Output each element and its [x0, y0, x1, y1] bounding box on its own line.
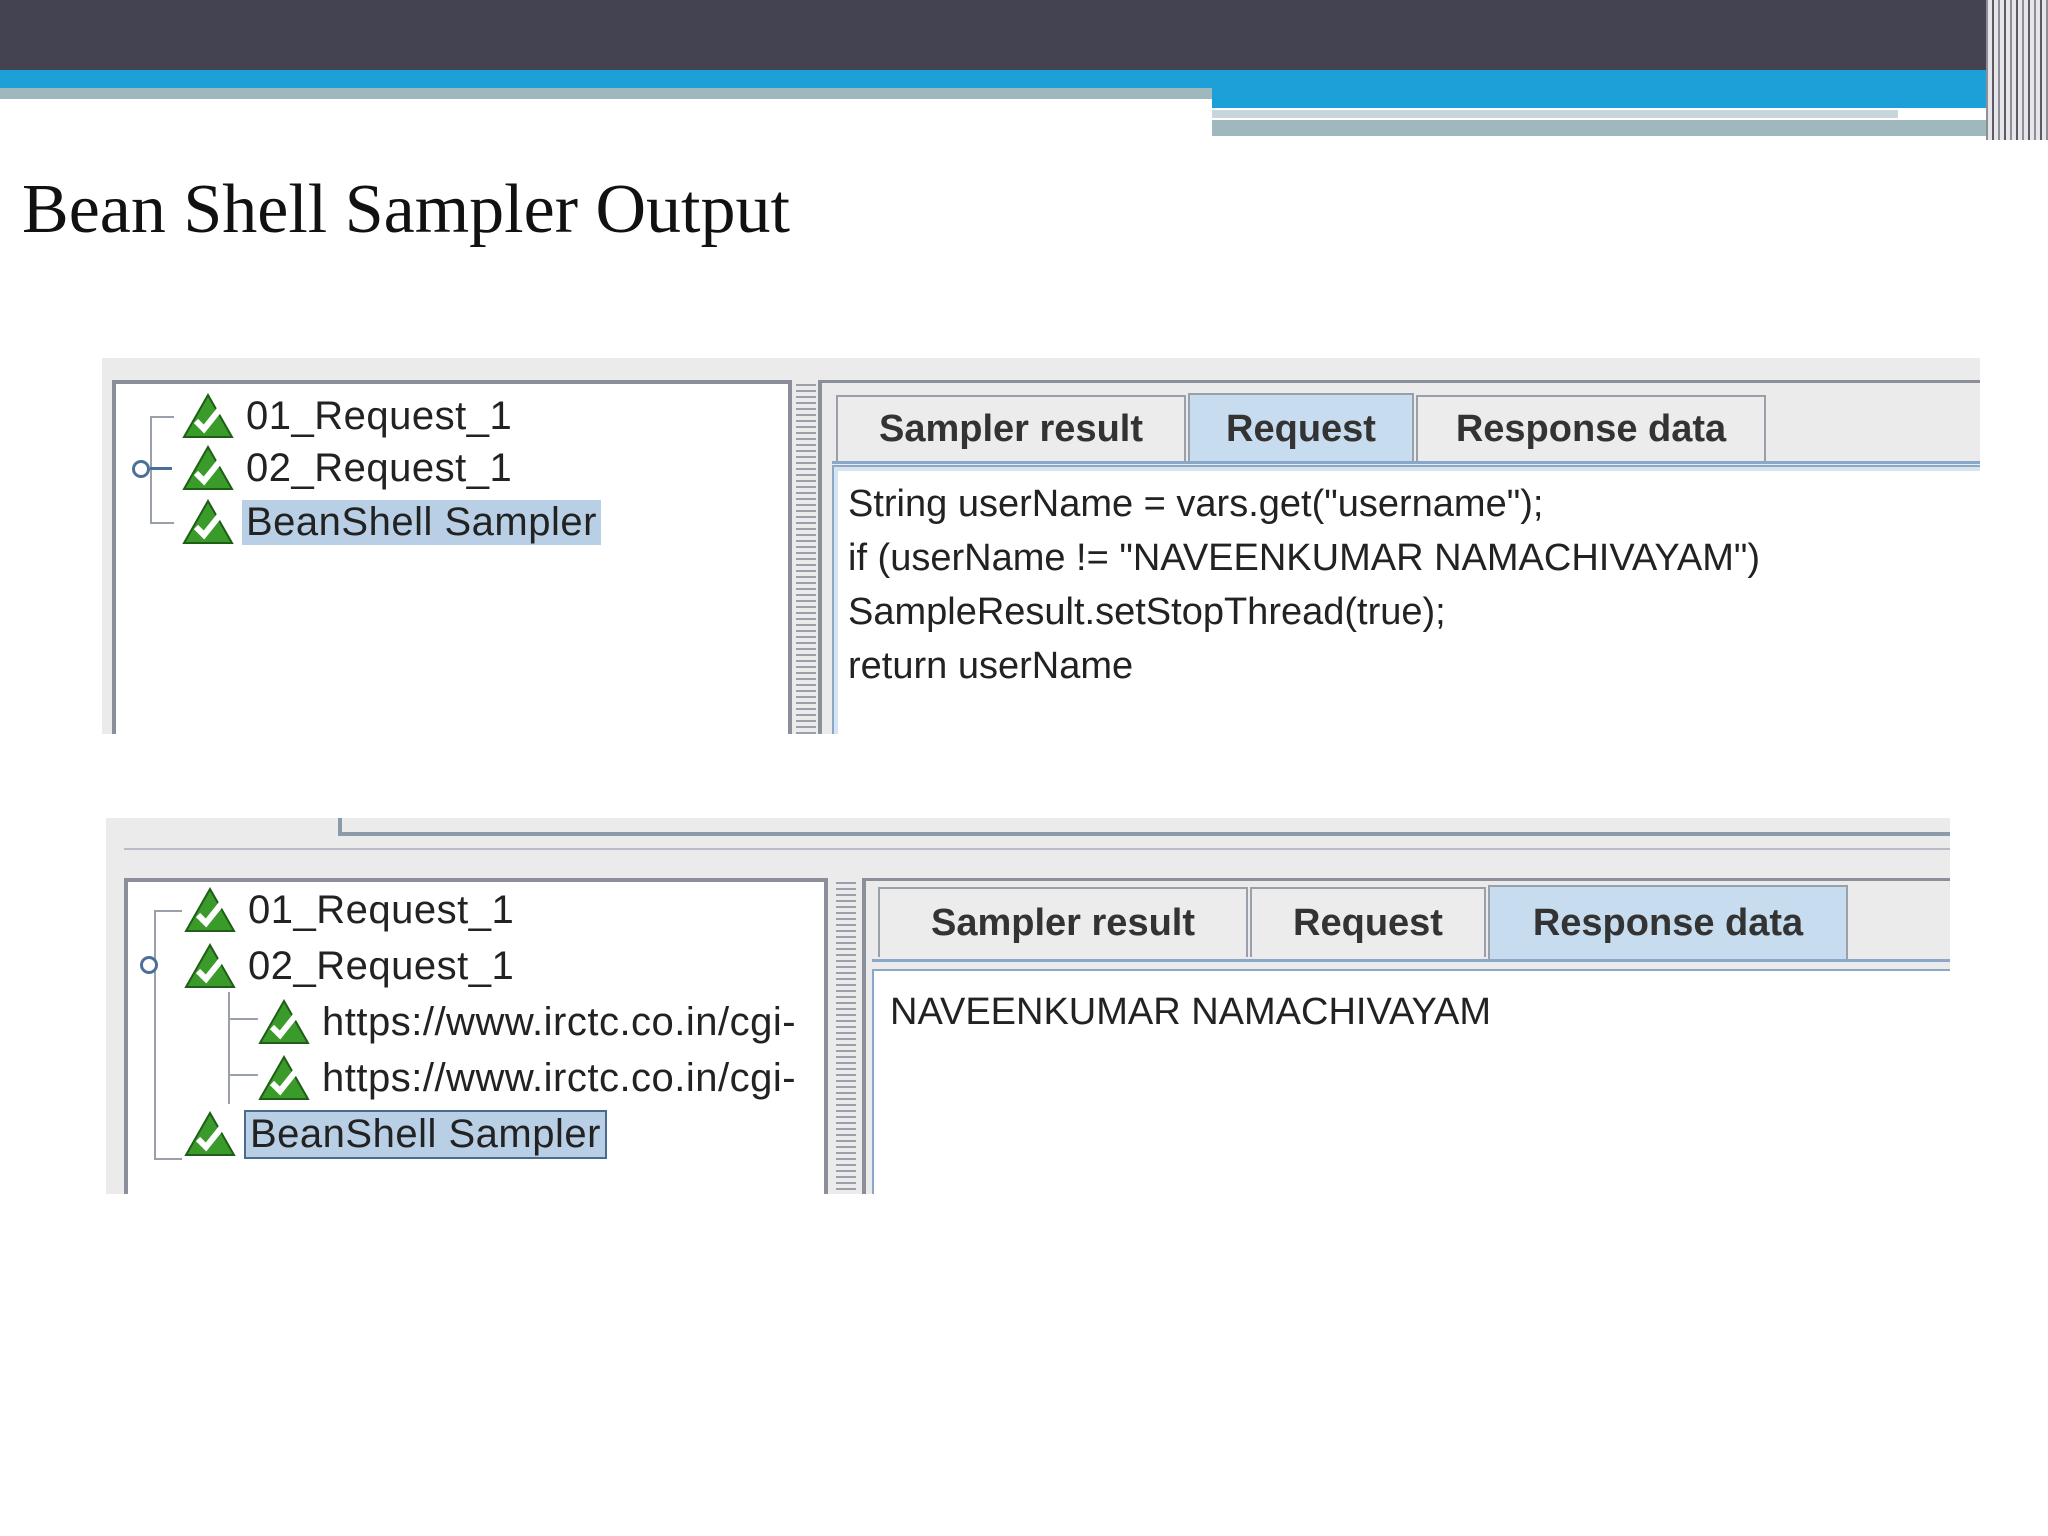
result-details-pane: Sampler result Request Response data Str…	[818, 380, 1980, 734]
success-triangle-icon	[258, 999, 310, 1044]
tree-item-label: 01_Request_1	[246, 393, 513, 438]
toolbar-underline	[124, 848, 1950, 850]
tree-connector	[228, 992, 230, 1104]
tab-label: Request	[1293, 901, 1443, 944]
results-tree: 01_Request_1 02_Request_1 BeanShell Samp…	[112, 380, 792, 734]
window-toolbar	[124, 818, 1950, 858]
slide-header-bar	[0, 0, 2048, 70]
tab-strip-border	[872, 959, 1950, 962]
slide-header-underline	[0, 88, 1212, 99]
slide-header-accent	[1212, 88, 2048, 108]
tree-connector	[150, 416, 152, 524]
result-details-pane: Sampler result Request Response data NAV…	[862, 878, 1950, 1194]
tree-item[interactable]: 02_Request_1	[182, 444, 516, 492]
jmeter-screenshot-request: 01_Request_1 02_Request_1 BeanShell Samp…	[102, 358, 1980, 734]
code-line: String userName = vars.get("username");	[848, 483, 1544, 525]
success-triangle-icon	[184, 1111, 236, 1156]
tree-connector	[150, 416, 174, 418]
tree-item-selected[interactable]: BeanShell Sampler	[184, 1109, 607, 1159]
tree-item-selected[interactable]: BeanShell Sampler	[182, 498, 601, 546]
response-text-area[interactable]: NAVEENKUMAR NAMACHIVAYAM	[872, 969, 1950, 1194]
success-triangle-icon	[258, 1055, 310, 1100]
tree-item[interactable]: 01_Request_1	[182, 392, 516, 440]
tree-expand-handle[interactable]	[132, 460, 150, 478]
tree-connector	[150, 522, 174, 524]
tab-response-data[interactable]: Response data	[1488, 885, 1848, 959]
code-line: return userName	[848, 645, 1134, 687]
tab-label: Request	[1226, 407, 1376, 450]
tree-item-label: BeanShell Sampler	[244, 1109, 607, 1159]
tree-expand-handle-line	[150, 467, 172, 470]
tree-expand-handle[interactable]	[140, 956, 158, 974]
code-line: if (userName != "NAVEENKUMAR NAMACHIVAYA…	[848, 537, 1761, 579]
success-triangle-icon	[184, 887, 236, 932]
tab-sampler-result[interactable]: Sampler result	[836, 395, 1186, 461]
tab-response-data[interactable]: Response data	[1416, 395, 1766, 461]
jmeter-screenshot-response: 01_Request_1 02_Request_1 https://www.ir…	[106, 818, 1950, 1194]
code-line: SampleResult.setStopThread(true);	[848, 591, 1446, 633]
split-pane-divider[interactable]	[836, 878, 856, 1194]
success-triangle-icon	[182, 499, 234, 544]
response-text: NAVEENKUMAR NAMACHIVAYAM	[890, 991, 1492, 1033]
tab-label: Sampler result	[879, 407, 1143, 450]
tab-strip-border	[832, 461, 1980, 464]
tab-label: Response data	[1455, 407, 1727, 450]
tab-sampler-result[interactable]: Sampler result	[878, 887, 1248, 957]
tree-item[interactable]: https://www.irctc.co.in/cgi-	[258, 998, 800, 1046]
tab-request[interactable]: Request	[1250, 887, 1486, 957]
tree-connector	[228, 1018, 258, 1020]
tree-item-label: 02_Request_1	[246, 445, 513, 490]
slide-title: Bean Shell Sampler Output	[22, 171, 790, 248]
tree-item[interactable]: https://www.irctc.co.in/cgi-	[258, 1054, 800, 1102]
tree-connector	[154, 1158, 182, 1160]
tree-item[interactable]: 02_Request_1	[184, 942, 518, 990]
tree-connector	[154, 910, 156, 1160]
split-pane-divider[interactable]	[796, 380, 816, 734]
success-triangle-icon	[182, 393, 234, 438]
tree-item-label: https://www.irctc.co.in/cgi-	[322, 1055, 797, 1100]
slide-header-accent-band	[1212, 120, 2048, 136]
slide-header-accent-line	[1212, 110, 1898, 118]
tab-label: Sampler result	[931, 901, 1195, 944]
success-triangle-icon	[182, 445, 234, 490]
request-text-area[interactable]: String userName = vars.get("username"); …	[832, 465, 1980, 734]
success-triangle-icon	[184, 943, 236, 988]
tab-request[interactable]: Request	[1188, 393, 1414, 463]
tree-connector	[228, 1074, 258, 1076]
tree-item-label: 01_Request_1	[248, 887, 515, 932]
tree-connector	[154, 910, 182, 912]
results-tree: 01_Request_1 02_Request_1 https://www.ir…	[124, 878, 828, 1194]
slide-header-stripe	[0, 70, 2048, 88]
tree-item-label: BeanShell Sampler	[242, 499, 601, 545]
tab-label: Response data	[1532, 901, 1804, 944]
slide-edge-decoration	[1986, 0, 2048, 140]
tree-item-label: 02_Request_1	[248, 943, 515, 988]
tree-item[interactable]: 01_Request_1	[184, 886, 518, 934]
toolbar-border	[342, 832, 1950, 836]
tree-item-label: https://www.irctc.co.in/cgi-	[322, 999, 797, 1044]
